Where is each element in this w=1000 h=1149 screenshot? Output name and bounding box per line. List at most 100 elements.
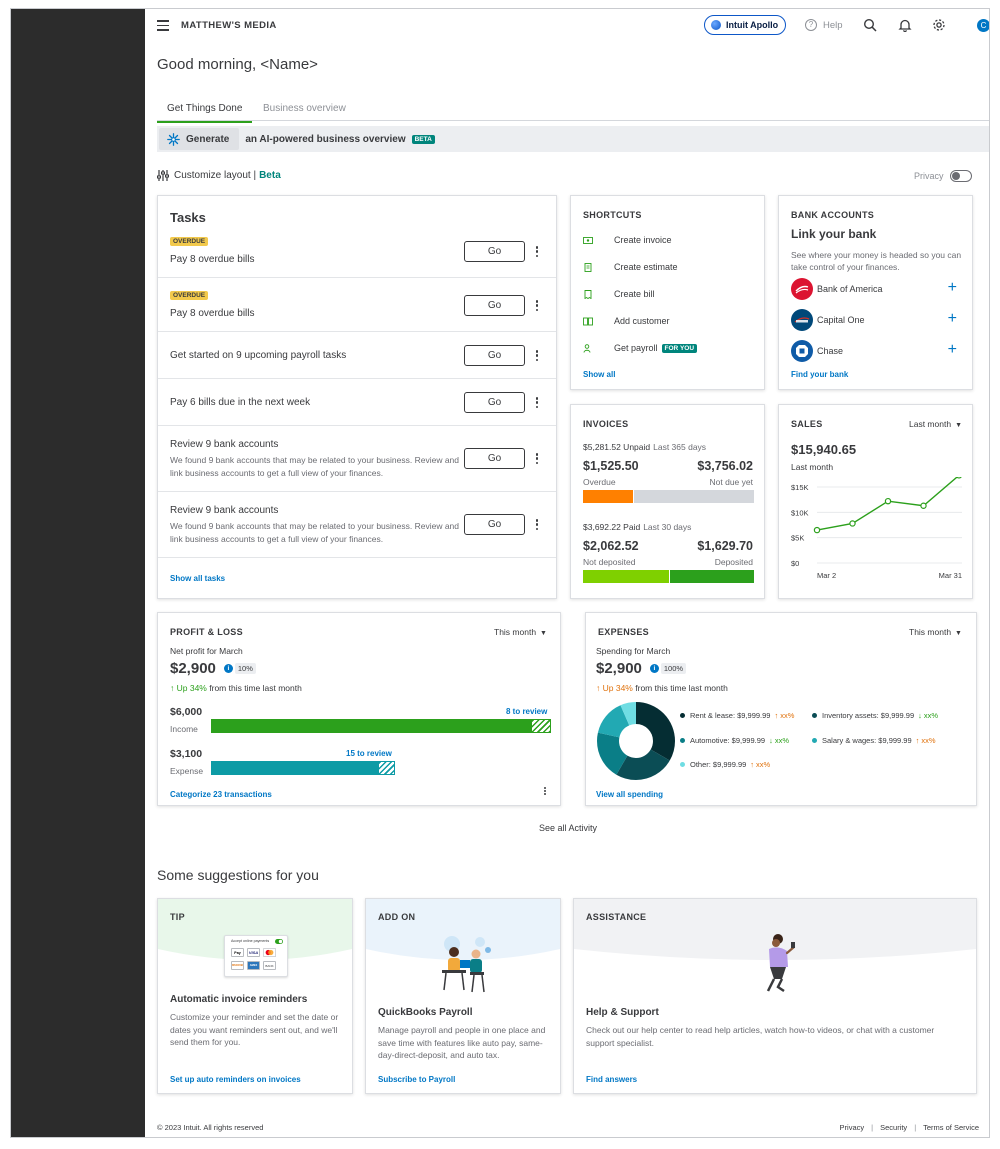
task-go-button[interactable]: Go (464, 514, 525, 535)
apollo-label: Intuit Apollo (726, 20, 779, 30)
info-icon[interactable]: i (649, 664, 659, 673)
shortcuts-title: SHORTCUTS (583, 210, 642, 220)
bank-accounts-title: BANK ACCOUNTS (791, 210, 875, 220)
sales-total: $15,940.65 (791, 442, 857, 457)
income-bar[interactable] (211, 719, 551, 733)
more-options-icon[interactable] (534, 453, 540, 466)
expense-bar-fill (211, 761, 378, 775)
visa-logo: VISA (247, 948, 260, 957)
bill-icon (584, 289, 592, 299)
task-go-button[interactable]: Go (464, 345, 525, 366)
sales-data-point[interactable] (813, 526, 821, 534)
net-profit: $2,900 i 10% (170, 660, 256, 677)
task-go-button[interactable]: Go (464, 448, 525, 469)
expenses-period-label: This month (909, 627, 952, 637)
invoices-title: INVOICES (583, 419, 629, 429)
paid-amount: $3,692.22 Paid (583, 522, 641, 532)
info-icon[interactable]: i (223, 664, 233, 673)
shortcut-label: Add customer (614, 316, 670, 326)
categorize-transactions-link[interactable]: Categorize 23 transactions (170, 790, 272, 799)
shortcut-create-invoice[interactable]: Create invoice (583, 235, 672, 245)
expenses-card: EXPENSES This month ▼ Spending for March … (585, 612, 977, 806)
intuit-apollo-button[interactable]: Intuit Apollo (704, 15, 786, 35)
help-button[interactable]: ? Help (805, 19, 843, 31)
bank-of-america-logo (791, 278, 813, 300)
not-deposited-value: $2,062.52 (583, 539, 639, 553)
gear-icon[interactable] (932, 18, 946, 32)
menu-icon[interactable] (157, 20, 169, 31)
subscribe-payroll-link[interactable]: Subscribe to Payroll (378, 1075, 455, 1084)
view-all-spending-link[interactable]: View all spending (596, 790, 663, 799)
tasks-card: Tasks OVERDUE Pay 8 overdue bills Go OVE… (157, 195, 557, 599)
sales-data-point[interactable] (849, 520, 856, 527)
legend-trend: xx% (780, 711, 795, 720)
company-name: MATTHEW'S MEDIA (181, 20, 277, 31)
more-options-icon[interactable] (534, 300, 540, 313)
expense-review-link[interactable]: 15 to review (346, 749, 392, 758)
main-content: MATTHEW'S MEDIA Intuit Apollo ? Help C G… (145, 9, 989, 1137)
suggestion-card-tip: TIP Accept online payments Pay VISA DISC… (157, 898, 353, 1094)
see-all-activity-link[interactable]: See all Activity (539, 823, 597, 833)
search-icon[interactable] (863, 18, 877, 32)
add-bank-icon[interactable]: + (948, 342, 957, 358)
sales-period-dropdown[interactable]: Last month ▼ (909, 419, 962, 429)
generate-label: Generate (186, 133, 230, 145)
paid-bar[interactable] (583, 570, 754, 583)
shortcut-create-estimate[interactable]: Create estimate (583, 262, 678, 272)
footer-terms-link[interactable]: Terms of Service (923, 1123, 979, 1132)
sales-data-point[interactable] (920, 502, 927, 509)
task-row: Get started on 9 upcoming payroll tasks … (158, 332, 556, 379)
shortcut-get-payroll[interactable]: Get payroll FOR YOU (583, 343, 698, 353)
expenses-donut-chart[interactable] (596, 701, 676, 781)
chase-logo (791, 340, 813, 362)
overdue-value: $1,525.50 (583, 459, 639, 473)
link-bank-description: See where your money is headed so you ca… (791, 250, 962, 272)
expenses-total: $2,900 i 100% (596, 660, 687, 677)
more-options-icon[interactable] (534, 397, 540, 410)
tab-business-overview[interactable]: Business overview (263, 103, 346, 114)
customize-layout-button[interactable]: Customize layout | Beta (157, 170, 281, 181)
avatar[interactable]: C (977, 19, 989, 32)
expense-bar[interactable] (211, 761, 551, 775)
expenses-period-dropdown[interactable]: This month ▼ (909, 627, 962, 637)
privacy-toggle[interactable] (949, 170, 972, 182)
pl-change-suffix: from this time last month (209, 683, 302, 693)
net-profit-value: $2,900 (170, 660, 216, 677)
arrow-up-icon: ↑ (596, 683, 601, 693)
show-all-tasks-link[interactable]: Show all tasks (170, 574, 225, 583)
add-bank-icon[interactable]: + (948, 280, 957, 296)
find-answers-link[interactable]: Find answers (586, 1075, 637, 1084)
shortcut-create-bill[interactable]: Create bill (583, 289, 655, 299)
task-title: Review 9 bank accounts (170, 439, 279, 450)
shortcut-add-customer[interactable]: Add customer (583, 316, 670, 326)
sales-data-point[interactable] (956, 477, 962, 479)
sales-data-point[interactable] (884, 497, 892, 505)
generate-button[interactable]: Generate (159, 128, 240, 150)
income-review-link[interactable]: 8 to review (506, 707, 547, 716)
task-go-button[interactable]: Go (464, 392, 525, 413)
pl-period-dropdown[interactable]: This month ▼ (494, 627, 547, 637)
suggestion-heading: Automatic invoice reminders (170, 994, 308, 1005)
x-tick-label: Mar 31 (939, 571, 962, 580)
find-your-bank-link[interactable]: Find your bank (791, 370, 848, 379)
unpaid-bar[interactable] (583, 490, 754, 503)
task-go-button[interactable]: Go (464, 295, 525, 316)
task-go-button[interactable]: Go (464, 241, 525, 262)
more-options-icon[interactable] (534, 519, 540, 532)
more-options-icon[interactable] (542, 787, 548, 797)
auto-reminders-link[interactable]: Set up auto reminders on invoices (170, 1075, 301, 1084)
app-frame: MATTHEW'S MEDIA Intuit Apollo ? Help C G… (10, 8, 990, 1138)
show-all-shortcuts-link[interactable]: Show all (583, 370, 615, 379)
arrow-down-icon: ↓ (918, 711, 922, 720)
footer-security-link[interactable]: Security (880, 1123, 907, 1132)
add-bank-icon[interactable]: + (948, 311, 957, 327)
more-options-icon[interactable] (534, 246, 540, 259)
bank-row-capital-one: Capital One + (791, 309, 961, 331)
tab-get-things-done[interactable]: Get Things Done (157, 103, 253, 123)
bell-icon[interactable] (898, 18, 912, 32)
more-options-icon[interactable] (534, 350, 540, 363)
customize-label: Customize layout | (174, 170, 257, 181)
footer-privacy-link[interactable]: Privacy (840, 1123, 865, 1132)
expenses-total-value: $2,900 (596, 660, 642, 677)
task-row: Review 9 bank accounts We found 9 bank a… (158, 426, 556, 492)
